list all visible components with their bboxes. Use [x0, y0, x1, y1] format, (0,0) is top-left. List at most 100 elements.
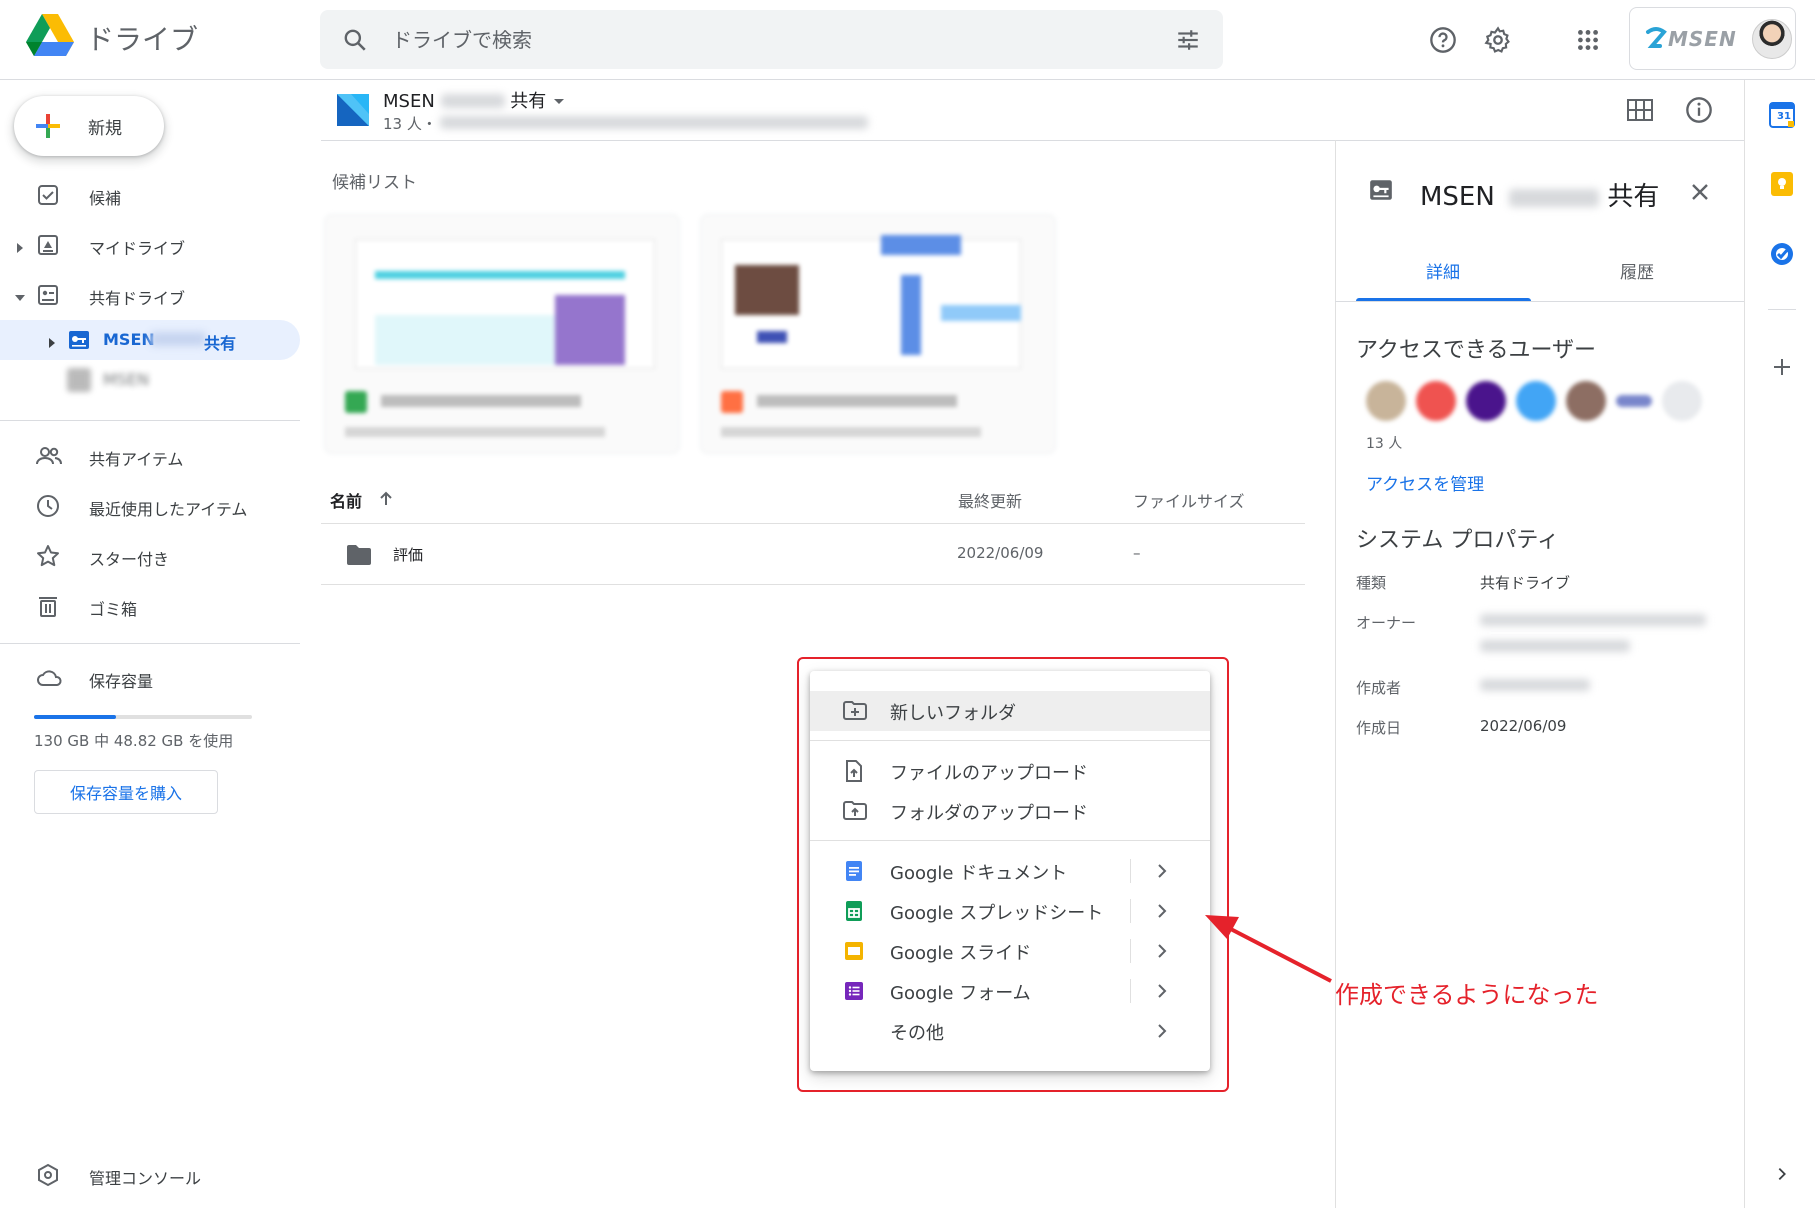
redacted-creator: [1480, 679, 1590, 691]
info-icon[interactable]: [1683, 94, 1715, 126]
column-label: 名前: [330, 492, 363, 511]
menu-item-new-folder[interactable]: 新しいフォルダ: [810, 691, 1210, 731]
sidebar-item-starred[interactable]: スター付き: [0, 536, 300, 576]
sidebar-item-label: 候補: [89, 189, 122, 208]
calendar-icon[interactable]: 31: [1768, 101, 1796, 129]
storage-usage-bar: [34, 715, 252, 719]
search-icon[interactable]: [342, 27, 368, 57]
star-icon: [36, 544, 60, 568]
avatar[interactable]: [1366, 381, 1406, 421]
menu-item-folder-upload[interactable]: フォルダのアップロード: [810, 791, 1210, 831]
check-box-icon: [36, 183, 60, 207]
column-header-name[interactable]: 名前: [330, 488, 394, 512]
sidebar-item-my-drive[interactable]: マイドライブ: [0, 225, 300, 265]
chevron-right-icon[interactable]: [1152, 1021, 1172, 1046]
top-header: ドライブ MSEN: [0, 0, 1815, 80]
current-drive-name[interactable]: MSEN 共有: [383, 87, 566, 113]
avatar[interactable]: [1516, 381, 1556, 421]
menu-item-more[interactable]: その他: [810, 1011, 1210, 1051]
brand-name: MSEN: [1668, 27, 1737, 51]
menu-item-label: 新しいフォルダ: [890, 703, 1016, 724]
sidebar-item-msen-drive[interactable]: MSEN: [0, 360, 300, 400]
sidebar-item-shared-with-me[interactable]: 共有アイテム: [0, 436, 300, 476]
menu-item-google-slides[interactable]: Google スライド: [810, 931, 1210, 971]
buy-storage-button[interactable]: 保存容量を購入: [34, 770, 218, 814]
annotation-arrow-icon: [1205, 915, 1332, 983]
expand-arrow-icon[interactable]: [46, 334, 58, 353]
sidebar-item-storage[interactable]: 保存容量: [0, 658, 300, 698]
avatar[interactable]: [1466, 381, 1506, 421]
sidebar-item-label: MSEN: [103, 370, 150, 389]
column-header-size[interactable]: ファイルサイズ: [1133, 488, 1245, 512]
menu-item-label: Google スプレッドシート: [890, 903, 1104, 924]
chevron-right-icon[interactable]: [1152, 901, 1172, 926]
new-button[interactable]: 新規: [14, 96, 164, 156]
redacted-text: [150, 332, 206, 346]
menu-divider: [810, 740, 1210, 741]
shared-drive-icon: [1368, 177, 1394, 207]
manage-access-link[interactable]: アクセスを管理: [1366, 470, 1484, 495]
sidebar-item-msen-shared[interactable]: MSEN 共有: [0, 320, 300, 360]
avatar[interactable]: [1416, 381, 1456, 421]
app-title[interactable]: ドライブ: [86, 18, 198, 58]
chevron-right-icon[interactable]: [1768, 1160, 1796, 1188]
search-input[interactable]: [392, 20, 1112, 59]
sort-ascending-icon[interactable]: [378, 491, 394, 511]
prop-label-type: 種類: [1356, 574, 1387, 592]
menu-item-google-sheets[interactable]: Google スプレッドシート: [810, 891, 1210, 931]
help-icon[interactable]: [1425, 22, 1461, 58]
sidebar-item-label: 管理コンソール: [89, 1169, 202, 1188]
chevron-right-icon[interactable]: [1152, 861, 1172, 886]
add-addon-plus-icon[interactable]: [1768, 353, 1796, 381]
drive-name-suffix: 共有: [510, 91, 547, 112]
sidebar-item-recent[interactable]: 最近使用したアイテム: [0, 486, 300, 526]
column-header-modified[interactable]: 最終更新: [958, 488, 1022, 512]
tasks-icon[interactable]: [1768, 240, 1796, 268]
chevron-right-icon[interactable]: [1152, 981, 1172, 1006]
storage-usage-text: 130 GB 中 48.82 GB を使用: [34, 732, 234, 750]
google-slides-icon: [842, 939, 866, 963]
admin-console-icon: [36, 1163, 60, 1187]
search-options-icon[interactable]: [1175, 27, 1201, 57]
new-folder-icon: [842, 699, 867, 723]
suggested-file-card[interactable]: [324, 214, 680, 454]
keep-icon[interactable]: [1768, 170, 1796, 198]
google-drive-logo-icon[interactable]: [26, 14, 74, 60]
suggested-file-card[interactable]: [700, 214, 1056, 454]
grid-view-icon[interactable]: [1624, 94, 1656, 126]
close-icon[interactable]: [1688, 180, 1712, 208]
table-row[interactable]: 評価 2022/06/09 –: [321, 524, 1305, 584]
sidebar-item-trash[interactable]: ゴミ箱: [0, 586, 300, 626]
tab-details[interactable]: 詳細: [1426, 258, 1460, 283]
dropdown-arrow-icon[interactable]: [552, 91, 566, 112]
collapse-arrow-icon[interactable]: [14, 289, 26, 308]
menu-divider: [810, 840, 1210, 841]
avatar[interactable]: [1662, 381, 1702, 421]
avatar[interactable]: [1566, 381, 1606, 421]
details-title-text: MSEN: [1420, 182, 1495, 212]
sidebar-item-shared-drives[interactable]: 共有ドライブ: [0, 275, 300, 315]
search-bar[interactable]: [320, 10, 1223, 69]
avatar[interactable]: [1616, 395, 1652, 407]
menu-item-google-docs[interactable]: Google ドキュメント: [810, 851, 1210, 891]
sidebar-item-suggested[interactable]: 候補: [0, 175, 300, 215]
account-avatar[interactable]: [1752, 19, 1792, 59]
file-modified: 2022/06/09: [957, 544, 1044, 562]
menu-item-google-forms[interactable]: Google フォーム: [810, 971, 1210, 1011]
account-switcher[interactable]: MSEN: [1629, 7, 1796, 70]
sidebar-divider: [0, 420, 300, 421]
access-section-title: アクセスできるユーザー: [1356, 338, 1597, 363]
msen-logo-icon: [1644, 26, 1668, 54]
menu-item-file-upload[interactable]: ファイルのアップロード: [810, 751, 1210, 791]
file-size: –: [1133, 544, 1141, 562]
settings-gear-icon[interactable]: [1480, 22, 1516, 58]
apps-grid-icon[interactable]: [1570, 22, 1606, 58]
sidebar-item-admin-console[interactable]: 管理コンソール: [0, 1155, 300, 1195]
tab-history[interactable]: 履歴: [1620, 258, 1654, 283]
folder-icon: [346, 544, 372, 570]
expand-arrow-icon[interactable]: [14, 239, 26, 258]
sidebar-item-label: 最近使用したアイテム: [89, 500, 248, 519]
chevron-right-icon[interactable]: [1152, 941, 1172, 966]
toolbar-divider: [321, 140, 1745, 141]
prop-label-created: 作成日: [1356, 719, 1402, 737]
